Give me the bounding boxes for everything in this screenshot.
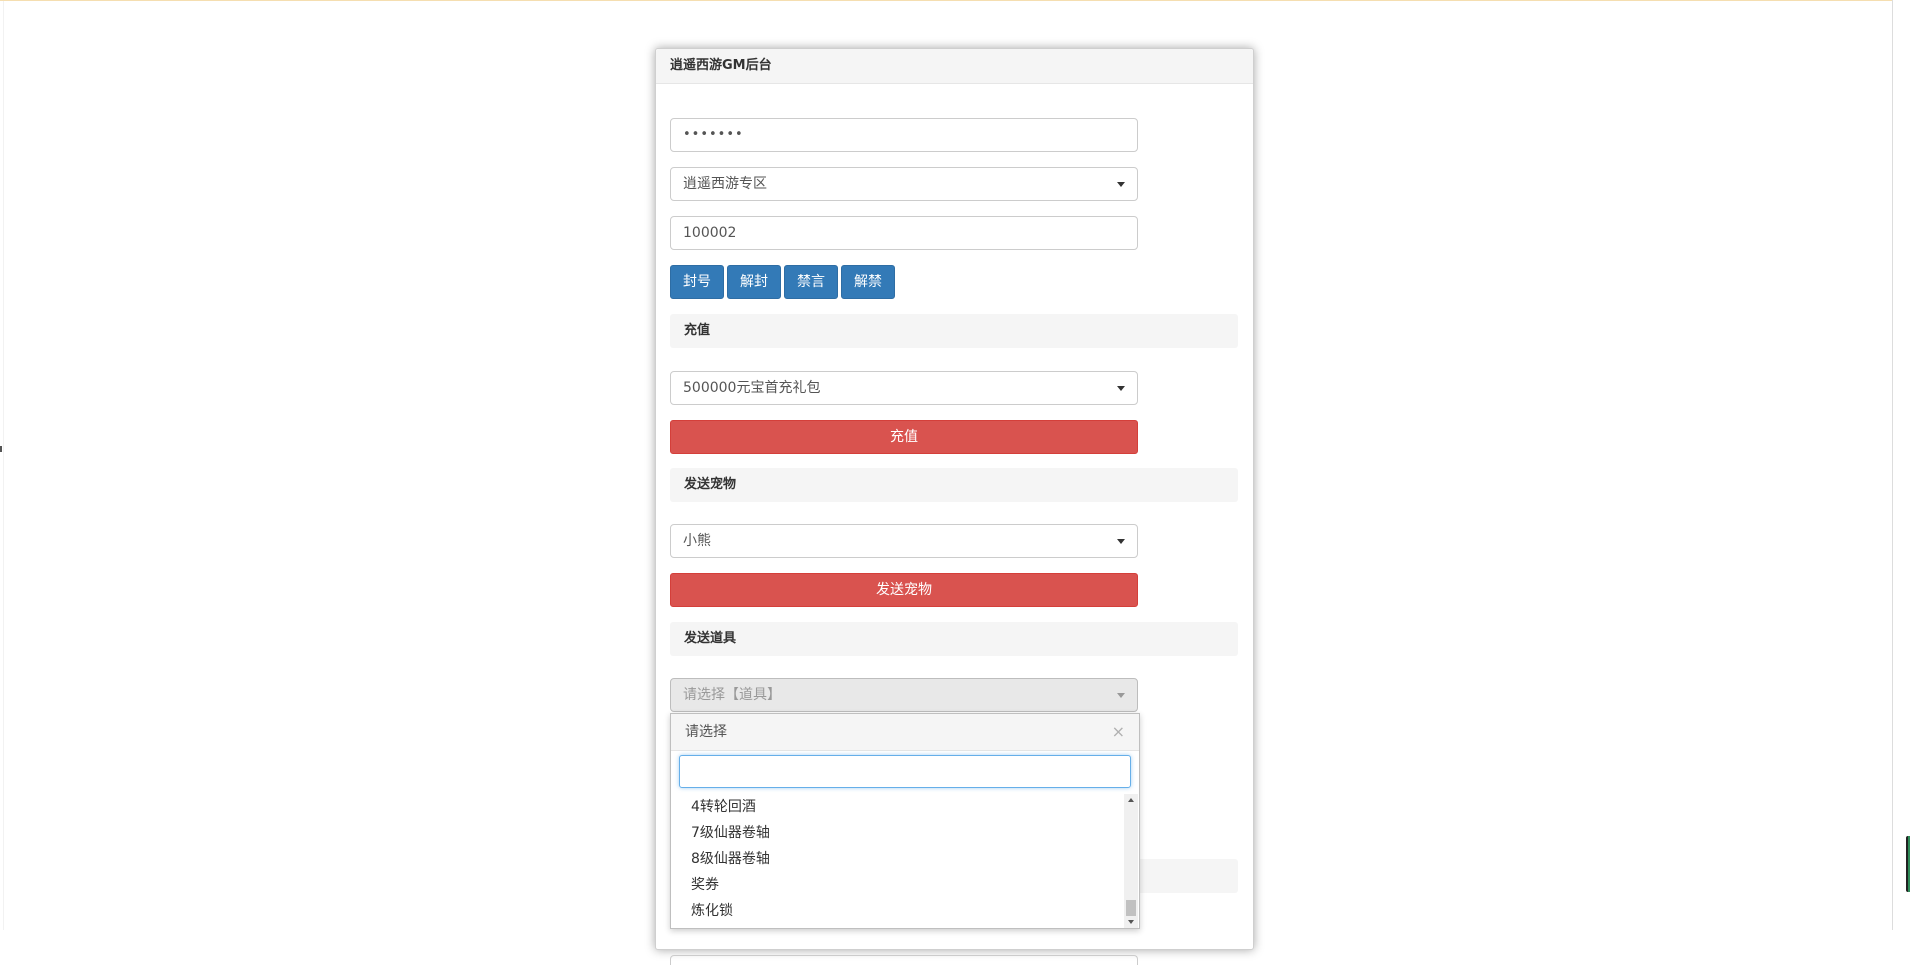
dropdown-option[interactable]: 炼化锁 [671, 898, 1122, 924]
caret-down-icon [1117, 539, 1125, 544]
password-input[interactable]: ••••••• [670, 118, 1138, 152]
item-select[interactable]: 请选择【道具】 [670, 678, 1138, 712]
top-border-line [0, 0, 1910, 1]
recharge-section-title: 充值 [670, 314, 1238, 348]
caret-down-icon [1117, 693, 1125, 698]
item-section-title: 发送道具 [670, 622, 1238, 656]
dropdown-scroll-thumb[interactable] [1126, 900, 1136, 916]
scroll-up-icon[interactable] [1128, 798, 1134, 802]
left-edge-line [3, 1, 4, 930]
mute-button[interactable]: 禁言 [784, 265, 838, 299]
role-id-input[interactable]: 100002 [670, 216, 1138, 250]
account-action-buttons: 封号 解封 禁言 解禁 [670, 265, 898, 299]
recharge-package-value: 500000元宝首充礼包 [683, 380, 821, 396]
send-pet-button[interactable]: 发送宠物 [670, 573, 1138, 607]
recharge-package-select[interactable]: 500000元宝首充礼包 [670, 371, 1138, 405]
server-select-value: 逍遥西游专区 [683, 176, 767, 192]
ban-button[interactable]: 封号 [670, 265, 724, 299]
dropdown-header: 请选择 × [671, 714, 1139, 751]
page-scrollbar-divider [1892, 0, 1893, 930]
pet-select[interactable]: 小熊 [670, 524, 1138, 558]
pet-section-title: 发送宠物 [670, 468, 1238, 502]
dropdown-option[interactable]: 8级仙器卷轴 [671, 846, 1122, 872]
next-section-input[interactable] [670, 955, 1138, 965]
dropdown-search-input[interactable] [679, 755, 1131, 788]
dropdown-option[interactable]: 4转轮回酒 [671, 794, 1122, 820]
server-select[interactable]: 逍遥西游专区 [670, 167, 1138, 201]
unban-button[interactable]: 解封 [727, 265, 781, 299]
dropdown-option[interactable]: 奖券 [671, 872, 1122, 898]
dropdown-options-list: 4转轮回酒 7级仙器卷轴 8级仙器卷轴 奖券 炼化锁 [671, 794, 1122, 928]
dropdown-option[interactable]: 7级仙器卷轴 [671, 820, 1122, 846]
dropdown-header-label: 请选择 [685, 724, 727, 740]
page-scrollbar-track[interactable] [1892, 0, 1910, 930]
caret-down-icon [1117, 386, 1125, 391]
item-select-placeholder: 请选择【道具】 [683, 687, 781, 703]
pet-select-value: 小熊 [683, 533, 711, 549]
left-edge-marker [0, 446, 2, 452]
item-dropdown: 请选择 × 4转轮回酒 7级仙器卷轴 8级仙器卷轴 奖券 炼化锁 [670, 713, 1140, 929]
caret-down-icon [1117, 182, 1125, 187]
dropdown-scrollbar[interactable] [1124, 794, 1138, 928]
close-icon[interactable]: × [1112, 714, 1125, 750]
scroll-down-icon[interactable] [1128, 920, 1134, 924]
panel-title: 逍遥西游GM后台 [656, 49, 1253, 84]
unmute-button[interactable]: 解禁 [841, 265, 895, 299]
recharge-button[interactable]: 充值 [670, 420, 1138, 454]
